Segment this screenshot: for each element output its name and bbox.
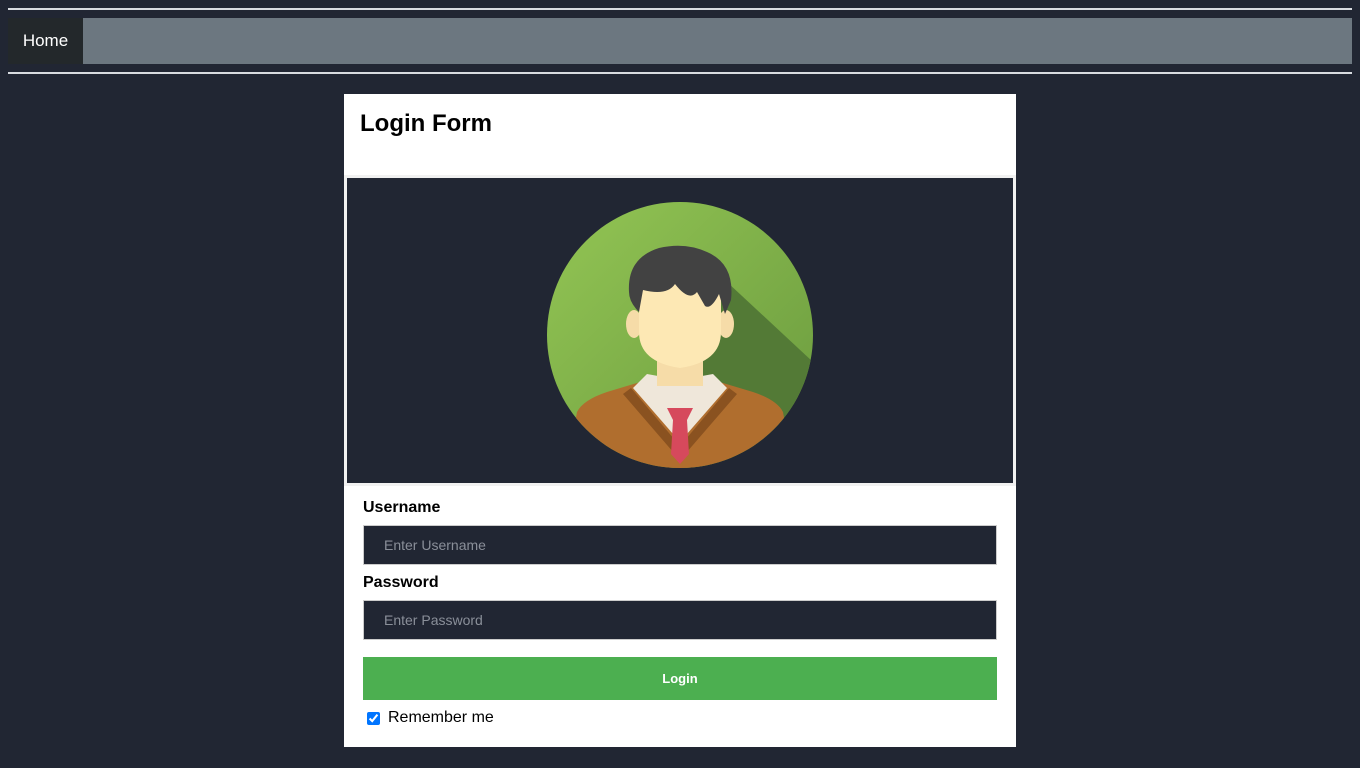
username-label: Username [363,499,441,516]
user-avatar-icon [547,202,813,468]
login-button[interactable]: Login [363,657,997,700]
bottom-divider [8,72,1352,74]
login-card: Login Form Username Enter Username Passw… [344,94,1016,747]
avatar-container [347,178,1013,483]
navbar: Home [8,18,1352,64]
password-field[interactable] [363,600,997,640]
nav-home-link[interactable]: Home [8,18,83,64]
username-field[interactable] [363,525,997,565]
page-title: Login Form [360,110,492,137]
remember-me-label[interactable]: Remember me [388,709,494,727]
password-label: Password [363,574,439,591]
top-divider [8,8,1352,10]
remember-row: Remember me [367,708,494,728]
remember-me-checkbox[interactable] [367,711,380,725]
avatar-panel [344,175,1016,486]
